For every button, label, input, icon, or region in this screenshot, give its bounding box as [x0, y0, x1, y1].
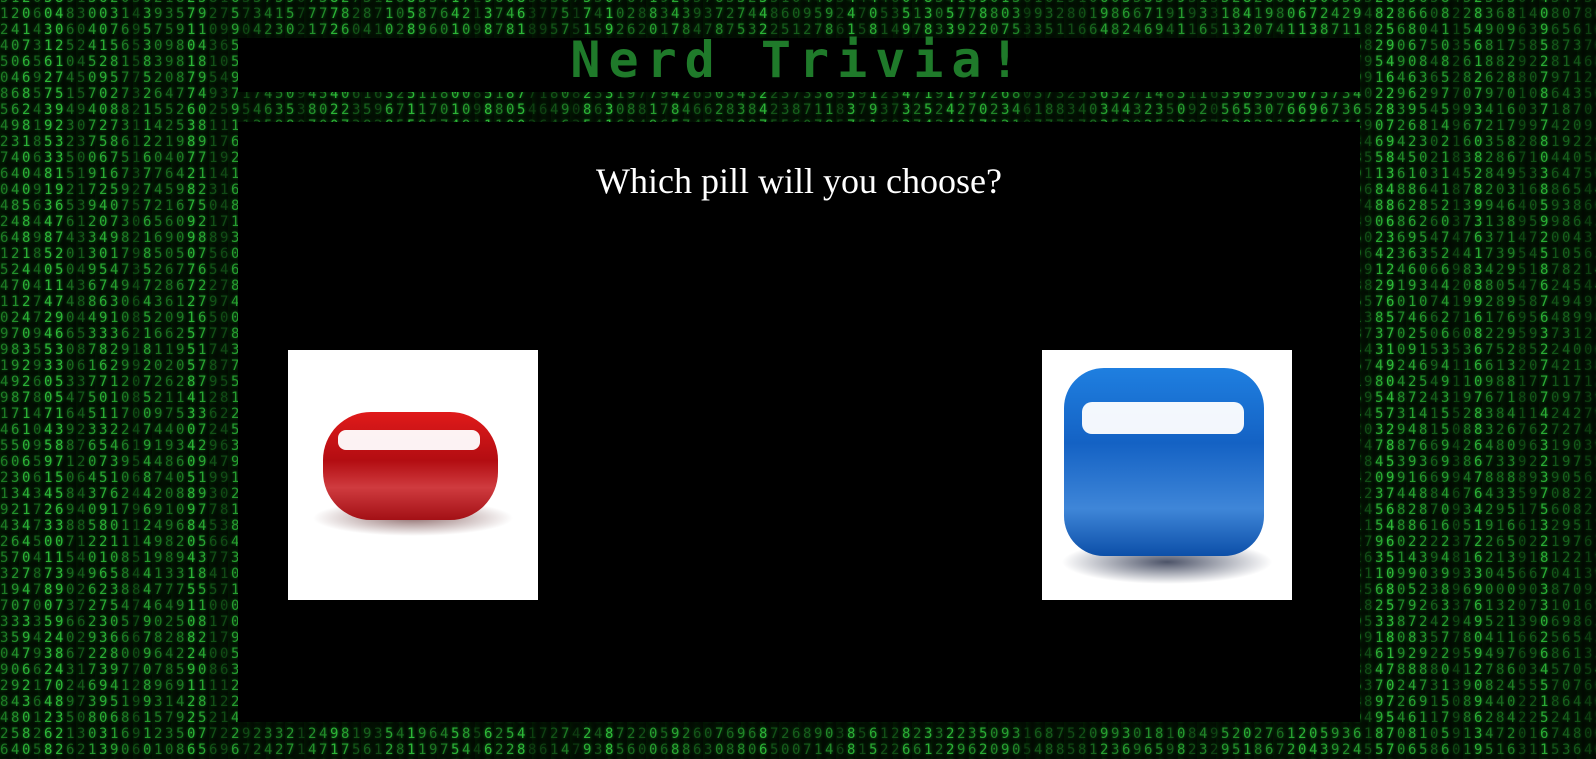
matrix-column: 8 4 0 2 1 7 5 9 2 3 3 1 9 6 7 7 2 5 1 7 … — [55, 0, 64, 759]
blue-pill-button[interactable] — [1042, 350, 1292, 600]
matrix-column: 0 6 4 3 5 9 5 4 1 8 6 4 9 6 4 9 8 4 4 7 … — [33, 0, 42, 759]
matrix-column: 3 8 9 7 2 8 0 6 7 8 6 9 3 6 8 1 9 9 5 9 … — [1507, 0, 1516, 759]
matrix-column: 4 0 9 5 2 7 8 7 7 8 0 3 8 5 9 2 5 8 6 7 … — [1540, 0, 1549, 759]
matrix-column: 4 2 1 3 2 2 7 9 9 1 8 4 8 1 3 4 4 9 2 1 … — [1452, 0, 1461, 759]
matrix-column: 5 3 9 8 8 6 9 4 2 3 2 8 2 9 1 3 7 4 8 2 … — [1485, 0, 1494, 759]
matrix-column: 2 7 1 0 1 7 7 6 3 8 7 2 8 7 9 9 0 7 7 2 … — [187, 0, 196, 759]
matrix-column: 1 7 9 6 0 4 3 5 1 7 9 4 1 4 7 9 6 4 7 7 … — [220, 0, 229, 759]
matrix-column: 2 9 7 0 3 2 6 5 4 2 0 7 4 2 5 6 5 2 2 3 … — [154, 0, 163, 759]
matrix-column: 3 8 6 8 8 9 6 1 4 1 4 6 8 9 9 0 1 7 2 4 … — [1551, 0, 1560, 759]
matrix-column: 7 7 6 3 4 1 3 7 0 2 0 7 5 8 6 4 5 2 5 4 … — [1573, 0, 1582, 759]
matrix-column: 6 0 0 1 2 9 0 0 2 5 6 1 2 4 0 4 0 5 7 6 … — [99, 0, 108, 759]
matrix-column: 8 8 1 0 8 5 7 5 4 2 1 1 1 2 0 7 2 6 4 4 … — [1441, 0, 1450, 759]
matrix-column: 5 1 2 4 5 0 8 5 4 2 7 6 0 4 2 6 1 5 4 1 … — [0, 0, 9, 759]
red-pill-icon — [313, 412, 513, 536]
matrix-column: 3 8 6 0 9 4 9 3 2 4 4 6 8 6 8 6 3 4 1 0 … — [1397, 0, 1406, 759]
matrix-column: 5 9 1 4 8 9 4 0 8 9 7 1 2 5 2 8 7 6 2 7 … — [198, 0, 207, 759]
matrix-column: 9 8 6 5 0 4 1 4 3 2 5 5 2 5 6 4 0 0 4 4 … — [66, 0, 75, 759]
matrix-column: 8 2 0 3 1 5 9 2 1 1 1 1 3 0 1 8 5 5 2 9 … — [209, 0, 218, 759]
matrix-column: 3 4 9 5 5 7 3 2 1 1 1 3 2 5 0 2 9 3 4 6 … — [132, 0, 141, 759]
matrix-column: 1 3 5 9 9 0 4 5 2 1 4 6 5 1 6 9 0 6 8 6 … — [165, 0, 174, 759]
matrix-column: 4 0 5 7 1 7 4 8 2 9 4 4 6 3 8 0 0 8 4 9 … — [1562, 0, 1571, 759]
matrix-column: 2 3 7 5 8 5 2 8 7 8 7 6 5 0 7 9 1 4 4 3 … — [110, 0, 119, 759]
main-panel: Which pill will you choose? — [238, 122, 1360, 722]
matrix-column: 6 6 0 7 8 3 2 5 8 3 0 0 6 8 2 5 3 0 3 0 … — [1419, 0, 1428, 759]
matrix-column: 2 8 2 2 5 1 2 2 0 6 5 1 8 8 0 2 4 1 2 7 … — [1375, 0, 1384, 759]
matrix-column: 1 2 4 0 0 4 6 6 9 3 4 4 4 8 4 4 2 2 7 1 … — [11, 0, 20, 759]
matrix-column: 0 1 6 6 1 7 7 8 3 6 5 7 9 7 3 8 7 7 9 0 … — [121, 0, 130, 759]
question-text: Which pill will you choose? — [596, 161, 1002, 201]
matrix-column: 1 3 0 2 4 5 5 9 0 3 0 1 1 3 1 3 1 4 3 8 … — [77, 0, 86, 759]
matrix-column: 5 0 4 5 4 6 9 4 1 0 2 3 4 5 6 4 5 6 4 7 … — [1430, 0, 1439, 759]
matrix-column: 5 4 8 8 9 9 0 5 9 4 5 1 6 4 9 0 6 9 8 5 … — [1364, 0, 1373, 759]
matrix-column: 9 6 8 6 0 6 6 9 6 2 5 1 8 2 6 9 6 6 9 1 … — [1408, 0, 1417, 759]
matrix-column: 0 3 5 3 8 5 2 1 1 2 6 7 7 7 6 1 8 5 7 4 … — [143, 0, 152, 759]
matrix-column: 5 0 3 1 6 2 7 3 9 5 3 8 1 3 4 8 5 0 1 4 … — [44, 0, 53, 759]
matrix-column: 8 2 5 9 4 6 2 8 7 9 8 3 4 8 6 3 2 2 9 6 … — [1386, 0, 1395, 759]
matrix-column: 5 8 1 7 6 2 5 0 9 2 5 5 4 6 4 3 6 1 4 9 … — [1584, 0, 1593, 759]
page-title: Nerd Trivia! — [570, 31, 1028, 89]
matrix-column: 8 5 9 8 8 8 7 2 5 9 0 4 9 6 0 0 5 7 6 1 … — [176, 0, 185, 759]
red-pill-button[interactable] — [288, 350, 538, 600]
blue-pill-icon — [1062, 368, 1272, 584]
matrix-column: 0 1 6 5 9 8 1 0 9 2 7 5 1 4 9 4 5 5 4 5 … — [1518, 0, 1527, 759]
matrix-column: 3 0 4 4 5 0 7 4 7 7 0 9 7 9 2 3 3 9 6 8 … — [88, 0, 97, 759]
matrix-column: 7 4 3 8 2 0 0 3 9 8 1 3 6 0 5 7 4 1 7 8 … — [1529, 0, 1538, 759]
matrix-column: 2 0 1 7 6 6 8 2 8 1 0 0 0 5 8 8 1 4 0 2 … — [22, 0, 31, 759]
matrix-column: 5 2 5 5 6 8 0 9 6 6 3 5 7 3 7 7 4 8 0 9 … — [1463, 0, 1472, 759]
matrix-column: 2 8 4 6 1 2 7 3 7 0 8 2 8 9 3 6 1 3 8 9 … — [1474, 0, 1483, 759]
matrix-column: 5 6 0 1 8 2 7 1 1 5 8 4 0 4 3 7 3 2 0 8 … — [1496, 0, 1505, 759]
